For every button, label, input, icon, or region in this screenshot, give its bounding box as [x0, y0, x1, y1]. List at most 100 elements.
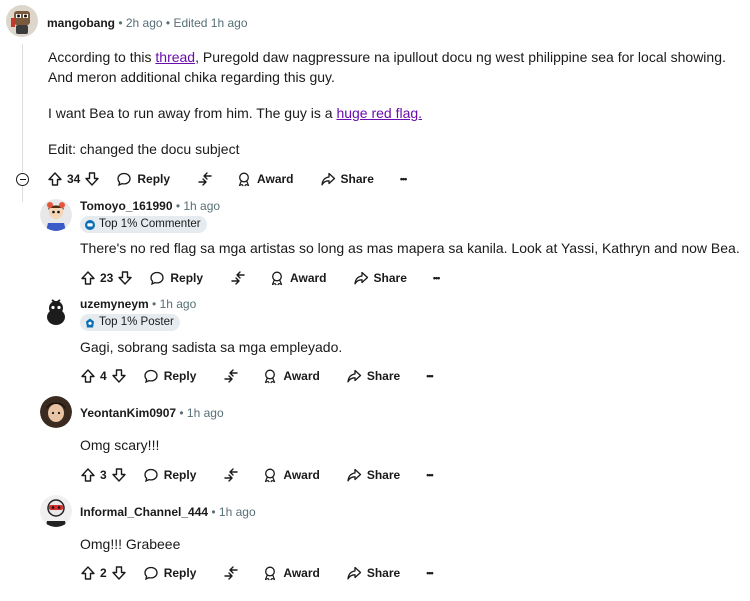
username[interactable]: Informal_Channel_444: [80, 505, 208, 519]
award-icon: [262, 368, 278, 384]
crosspost-icon[interactable]: [229, 270, 247, 286]
reply-label: Reply: [170, 271, 204, 285]
more-icon: •••: [399, 174, 408, 184]
upvote-icon[interactable]: [80, 467, 96, 483]
red-flag-link[interactable]: huge red flag.: [336, 105, 422, 121]
award-button[interactable]: Award: [269, 270, 327, 286]
reply-icon: [143, 368, 159, 384]
share-button[interactable]: Share: [346, 368, 400, 384]
comment-actions: 3 Reply Award Share •••: [80, 465, 434, 485]
award-label: Award: [290, 271, 327, 285]
reply-label: Reply: [163, 468, 197, 482]
more-options-button[interactable]: •••: [399, 174, 408, 184]
award-label: Award: [283, 369, 320, 383]
crosspost-icon[interactable]: [222, 368, 240, 384]
award-icon: [262, 467, 278, 483]
share-button[interactable]: Share: [346, 467, 400, 483]
share-icon: [346, 467, 362, 483]
award-label: Award: [257, 172, 294, 186]
comment-actions: 2 Reply Award Share •••: [80, 563, 434, 583]
comment-line: Edit: changed the docu subject: [48, 141, 240, 157]
avatar[interactable]: [6, 5, 38, 37]
more-icon: •••: [432, 273, 441, 283]
reply-label: Reply: [163, 566, 197, 580]
thread-line: [22, 186, 23, 202]
crosspost-icon[interactable]: [196, 171, 214, 187]
reply-icon: [143, 565, 159, 581]
reply-button[interactable]: Reply: [143, 368, 196, 384]
vote-count: 4: [100, 369, 107, 383]
downvote-icon[interactable]: [111, 467, 127, 483]
reply-label: Reply: [137, 172, 171, 186]
username[interactable]: mangobang: [47, 16, 115, 30]
comment-meta: YeontanKim0907 • 1h ago: [80, 406, 224, 420]
crosspost-icon[interactable]: [222, 467, 240, 483]
text: , Puregold daw nagpressure na ipullout d…: [195, 49, 726, 65]
avatar[interactable]: [40, 297, 72, 329]
crosspost-icon[interactable]: [222, 565, 240, 581]
share-button[interactable]: Share: [320, 171, 374, 187]
vote-count: 3: [100, 468, 107, 482]
share-icon: [346, 565, 362, 581]
award-button[interactable]: Award: [262, 368, 320, 384]
upvote-icon[interactable]: [80, 270, 96, 286]
more-options-button[interactable]: •••: [426, 371, 434, 381]
more-icon: •••: [426, 568, 434, 578]
thread-link[interactable]: thread: [155, 49, 195, 65]
downvote-icon[interactable]: [117, 270, 133, 286]
share-button[interactable]: Share: [346, 565, 400, 581]
comment-line: According to this thread, Puregold daw n…: [48, 47, 726, 68]
award-button[interactable]: Award: [262, 467, 320, 483]
reply-button[interactable]: Reply: [149, 270, 203, 286]
upvote-icon[interactable]: [80, 565, 96, 581]
share-label: Share: [340, 172, 374, 186]
comment-meta: Informal_Channel_444 • 1h ago: [80, 505, 256, 519]
award-icon: [262, 565, 278, 581]
award-button[interactable]: Award: [236, 171, 294, 187]
more-options-button[interactable]: •••: [432, 273, 441, 283]
downvote-icon[interactable]: [84, 171, 100, 187]
reply-icon: [149, 270, 165, 286]
share-button[interactable]: Share: [353, 270, 407, 286]
collapse-thread-button[interactable]: [16, 173, 29, 186]
reply-button[interactable]: Reply: [143, 467, 197, 483]
award-icon: [269, 270, 285, 286]
comment-actions: 4 Reply Award Share •••: [80, 366, 434, 386]
timestamp: • 1h ago: [172, 199, 221, 213]
reply-button[interactable]: Reply: [143, 565, 197, 581]
comment-meta: mangobang • 2h ago • Edited 1h ago: [47, 16, 248, 30]
vote-count: 2: [100, 566, 107, 580]
comment-line: I want Bea to run away from him. The guy…: [48, 103, 422, 124]
username[interactable]: Tomoyo_161990: [80, 199, 173, 213]
avatar[interactable]: [40, 495, 72, 527]
username[interactable]: YeontanKim0907: [80, 406, 176, 420]
comment-badge-icon: [84, 219, 96, 231]
vote-count: 34: [67, 172, 81, 186]
upvote-icon[interactable]: [47, 171, 63, 187]
thread-line: [22, 44, 23, 172]
share-icon: [346, 368, 362, 384]
comment-actions: 23 Reply Award Share •••: [80, 268, 441, 288]
more-options-button[interactable]: •••: [426, 568, 434, 578]
comment-text: Omg scary!!!: [80, 437, 160, 453]
comment-actions: 34 Reply Award Share •••: [47, 169, 408, 189]
reply-icon: [116, 171, 132, 187]
downvote-icon[interactable]: [111, 565, 127, 581]
avatar[interactable]: [40, 396, 72, 428]
downvote-icon[interactable]: [111, 368, 127, 384]
award-label: Award: [283, 566, 320, 580]
upvote-icon[interactable]: [80, 368, 96, 384]
username[interactable]: uzemyneym: [80, 297, 149, 311]
more-icon: •••: [426, 371, 434, 381]
share-icon: [353, 270, 369, 286]
text: I want Bea to run away from him. The guy…: [48, 105, 337, 121]
comment-text: Omg!!! Grabeee: [80, 536, 181, 552]
reply-button[interactable]: Reply: [116, 171, 170, 187]
more-icon: •••: [426, 470, 434, 480]
share-label: Share: [366, 566, 401, 580]
more-options-button[interactable]: •••: [426, 470, 434, 480]
avatar[interactable]: [40, 199, 72, 231]
badge-label: Top 1% Commenter: [99, 218, 201, 230]
timestamp: • 2h ago • Edited 1h ago: [115, 16, 248, 30]
award-button[interactable]: Award: [262, 565, 320, 581]
